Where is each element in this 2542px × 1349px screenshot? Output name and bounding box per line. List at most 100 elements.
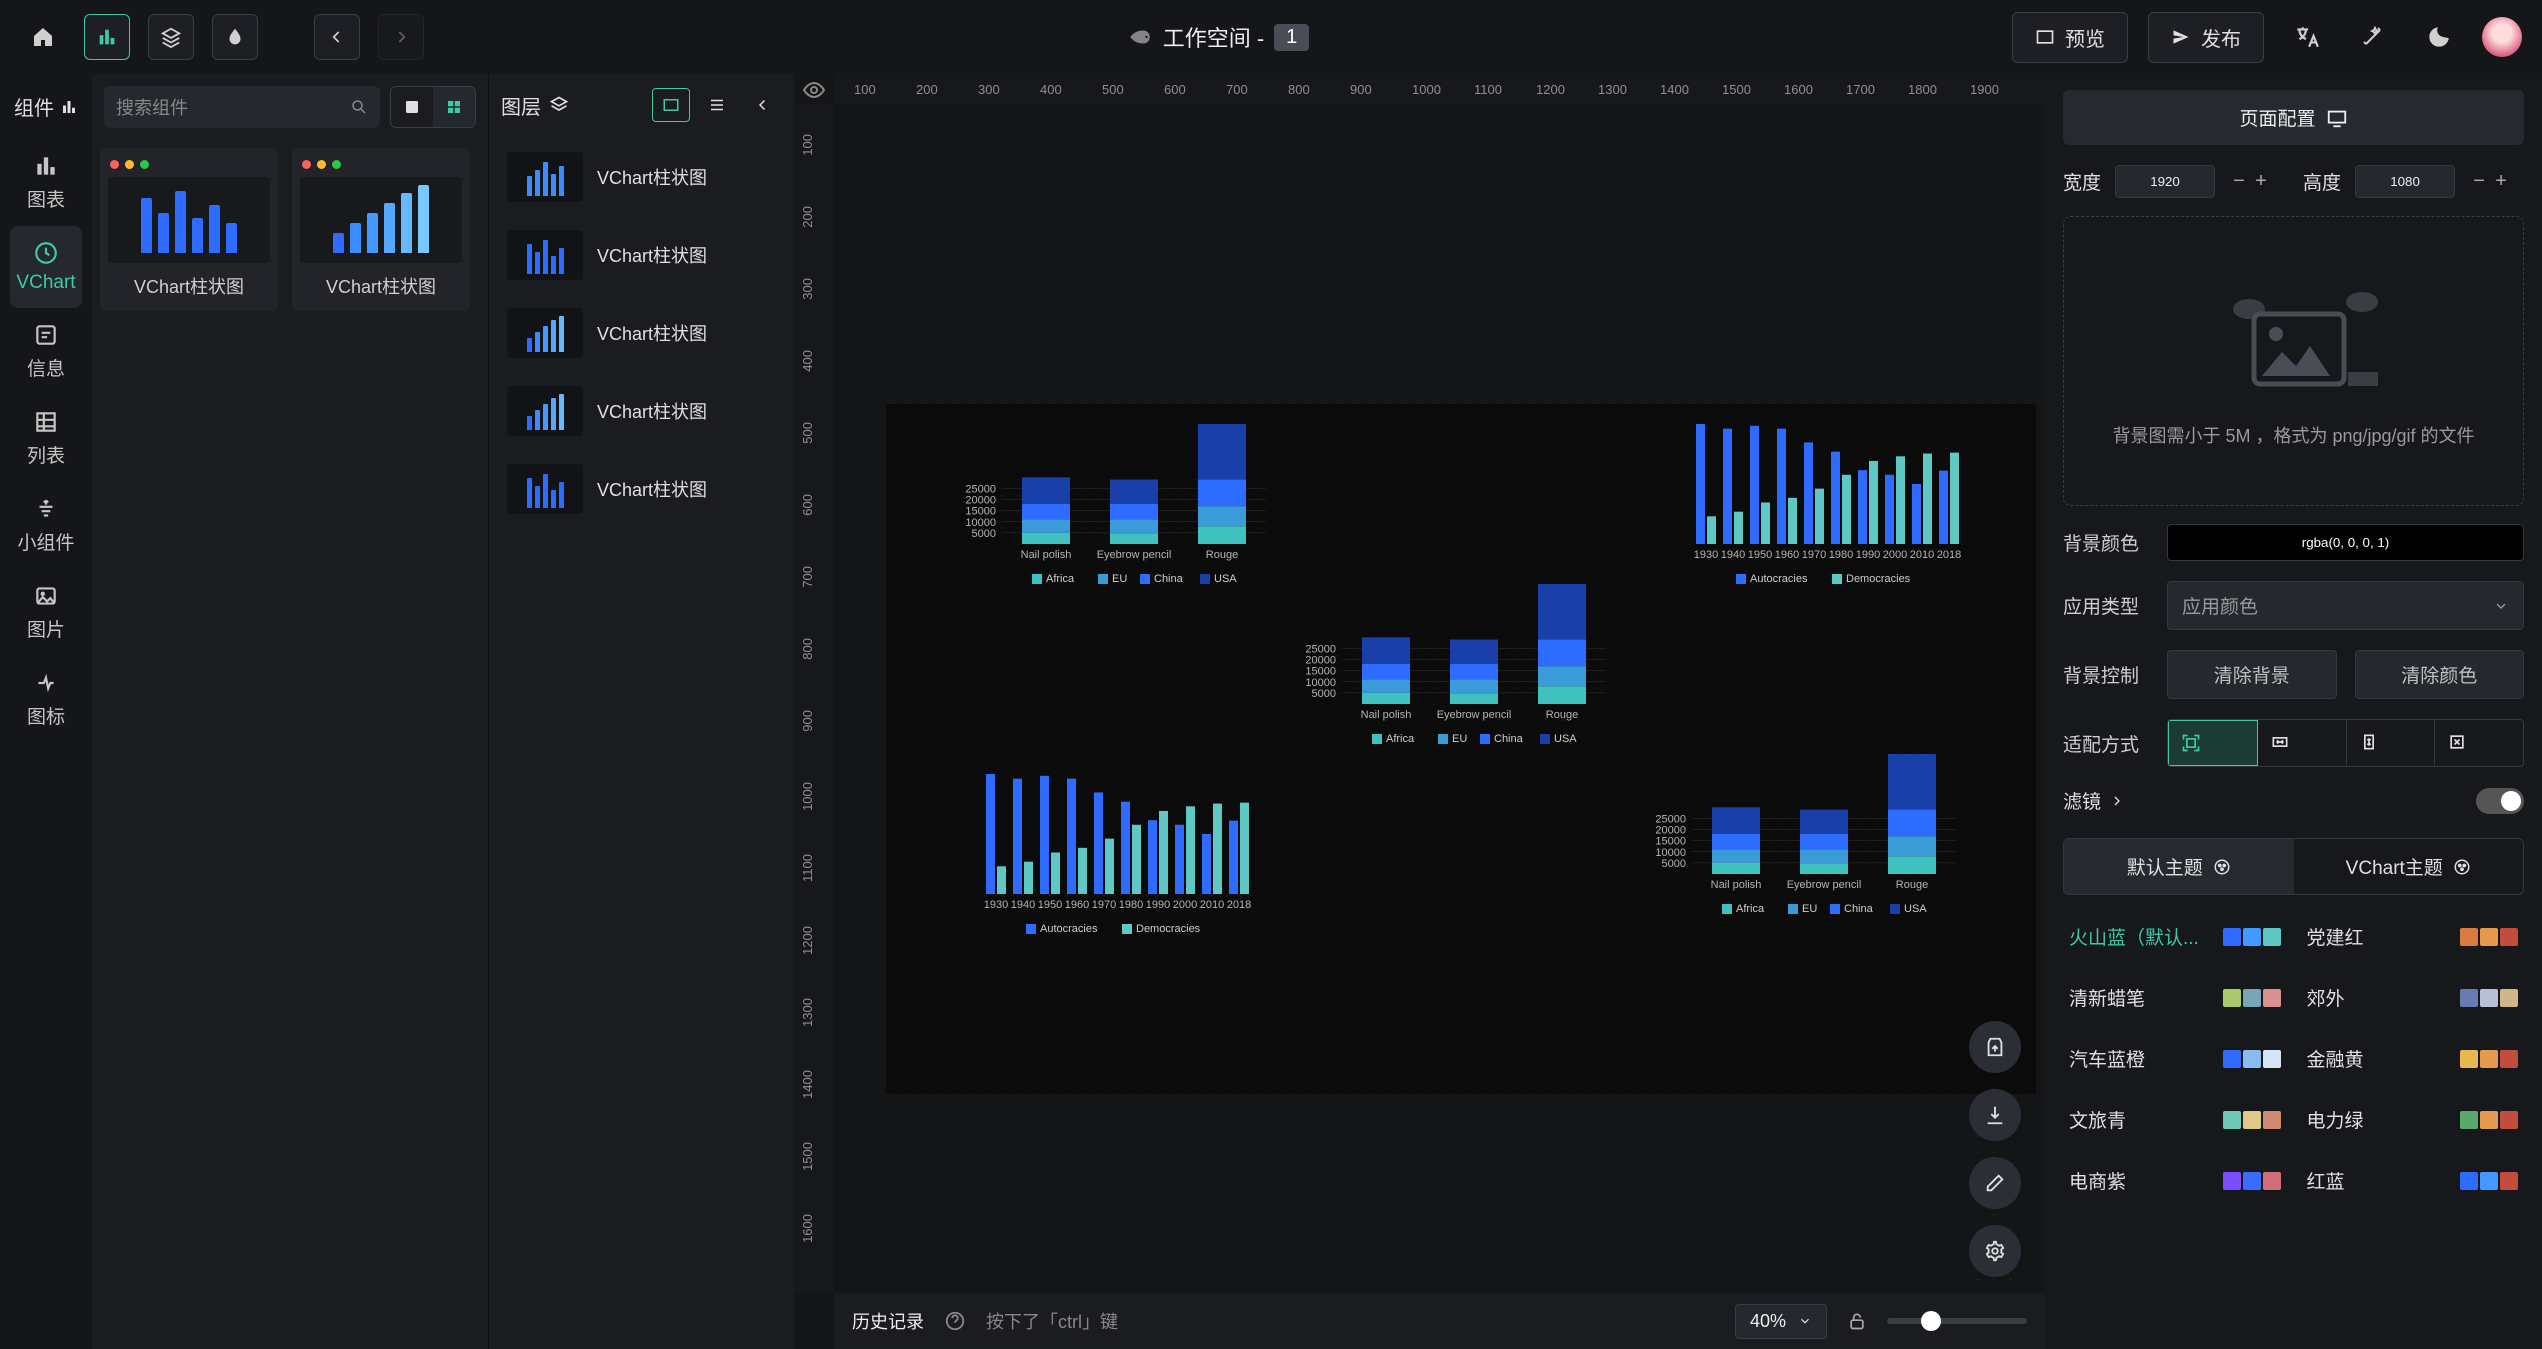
theme-党建红[interactable]: 党建红 [2301,911,2525,962]
height-input[interactable] [2355,165,2455,198]
svg-text:USA: USA [1214,573,1237,585]
home-icon[interactable] [20,14,66,60]
theme-汽车蓝橙[interactable]: 汽车蓝橙 [2063,1033,2287,1084]
theme-电力绿[interactable]: 电力绿 [2301,1094,2525,1145]
fit-mode-3[interactable] [2347,720,2436,766]
preview-button[interactable]: 预览 [2012,12,2128,63]
layer-item[interactable]: VChart柱状图 [499,142,784,212]
theme-文旅青[interactable]: 文旅青 [2063,1094,2287,1145]
bar-chart-icon[interactable] [84,14,130,60]
history-label[interactable]: 历史记录 [852,1308,924,1334]
category-VChart[interactable]: VChart [10,226,82,308]
fit-mode-1[interactable] [2168,720,2258,766]
height-inc[interactable]: + [2491,167,2511,197]
clear-bg-button[interactable]: 清除背景 [2167,650,2337,699]
svg-text:2018: 2018 [1227,899,1251,911]
canvas-chart-bar-stacked-2[interactable]: 500010000150002000025000Nail polishEyebr… [1296,574,1636,774]
category-列表[interactable]: 列表 [10,395,82,482]
help-icon[interactable] [944,1310,966,1332]
fit-mode-2[interactable] [2258,720,2347,766]
workspace-label: 工作空间 - [1163,21,1264,53]
layer-item[interactable]: VChart柱状图 [499,298,784,368]
publish-button[interactable]: 发布 [2148,12,2264,63]
clear-color-button[interactable]: 清除颜色 [2355,650,2525,699]
svg-text:15000: 15000 [1655,836,1686,848]
canvas-chart-bar-years-1[interactable]: 1930194019501960197019801990200020102018… [946,764,1286,964]
theme-金融黄[interactable]: 金融黄 [2301,1033,2525,1084]
theme-tab-vchart[interactable]: VChart主题 [2294,839,2524,894]
layer-view-list[interactable] [698,88,736,122]
bg-color-input[interactable] [2167,524,2524,561]
app-type-select[interactable]: 应用颜色 [2167,581,2524,630]
theme-红蓝[interactable]: 红蓝 [2301,1155,2525,1206]
svg-text:1930: 1930 [984,899,1008,911]
avatar[interactable] [2482,17,2522,57]
layer-item[interactable]: VChart柱状图 [499,376,784,446]
lock-icon[interactable] [1847,1311,1867,1331]
ruler-horizontal: 1002003004005006007008009001000110012001… [834,74,2045,104]
theme-toggle-icon[interactable] [2416,14,2462,60]
magic-icon[interactable] [2350,14,2396,60]
svg-text:China: China [1154,573,1184,585]
category-小组件[interactable]: 小组件 [10,482,82,569]
theme-清新蜡笔[interactable]: 清新蜡笔 [2063,972,2287,1023]
svg-text:USA: USA [1554,733,1577,745]
filter-label[interactable]: 滤镜 [2063,787,2125,814]
theme-火山蓝（默认...[interactable]: 火山蓝（默认... [2063,911,2287,962]
svg-text:10000: 10000 [1655,847,1686,859]
height-dec[interactable]: − [2469,167,2489,197]
svg-text:2010: 2010 [1910,549,1934,561]
view-grid-icon[interactable] [433,87,475,127]
svg-text:1970: 1970 [1802,549,1826,561]
category-图片[interactable]: 图片 [10,569,82,656]
svg-text:25000: 25000 [965,483,996,495]
settings-icon[interactable] [1969,1225,2021,1277]
view-single-icon[interactable] [391,87,433,127]
svg-text:1930: 1930 [1694,549,1718,561]
bg-upload-zone[interactable]: 背景图需小于 5M ，格式为 png/jpg/gif 的文件 [2063,216,2524,506]
canvas-chart-bar-years-2[interactable]: 1930194019501960197019801990200020102018… [1656,414,1996,614]
view-mode-toggle[interactable] [390,86,476,128]
canvas-chart-bar-stacked-3[interactable]: 500010000150002000025000Nail polishEyebr… [1646,744,1986,944]
download-icon[interactable] [1969,1089,2021,1141]
search-input[interactable]: 搜索组件 [104,86,380,128]
bg-note: 背景图需小于 5M ，格式为 png/jpg/gif 的文件 [2112,422,2474,448]
component-card[interactable]: VChart柱状图 [292,148,470,311]
redo-icon [378,14,424,60]
width-inc[interactable]: + [2251,167,2271,197]
theme-郊外[interactable]: 郊外 [2301,972,2525,1023]
svg-text:EU: EU [1802,903,1817,915]
svg-text:1960: 1960 [1775,549,1799,561]
layer-view-card[interactable] [652,88,690,122]
category-图标[interactable]: 图标 [10,656,82,743]
svg-text:China: China [1494,733,1524,745]
edit-icon[interactable] [1969,1157,2021,1209]
zoom-slider[interactable] [1887,1318,2027,1324]
svg-text:Democracies: Democracies [1136,923,1201,935]
design-page[interactable]: 500010000150002000025000Nail polishEyebr… [886,404,2036,1094]
filter-switch[interactable] [2476,788,2524,814]
bg-control-label: 背景控制 [2063,661,2149,688]
layers-icon[interactable] [148,14,194,60]
collapse-layer-panel-icon[interactable] [744,88,782,122]
width-dec[interactable]: − [2229,167,2249,197]
zoom-select[interactable]: 40% [1735,1304,1827,1339]
export-icon[interactable] [1969,1021,2021,1073]
visibility-icon[interactable] [802,78,826,102]
layer-item[interactable]: VChart柱状图 [499,220,784,290]
component-card[interactable]: VChart柱状图 [100,148,278,311]
layer-item[interactable]: VChart柱状图 [499,454,784,524]
fit-mode-4[interactable] [2435,720,2523,766]
theme-电商紫[interactable]: 电商紫 [2063,1155,2287,1206]
category-图表[interactable]: 图表 [10,139,82,226]
undo-icon[interactable] [314,14,360,60]
language-icon[interactable] [2284,14,2330,60]
canvas[interactable]: 500010000150002000025000Nail polishEyebr… [834,104,2045,1293]
width-input[interactable] [2115,165,2215,198]
canvas-chart-bar-stacked-1[interactable]: 500010000150002000025000Nail polishEyebr… [956,414,1296,614]
bg-color-label: 背景颜色 [2063,529,2149,556]
category-信息[interactable]: 信息 [10,308,82,395]
svg-text:20000: 20000 [1655,825,1686,837]
droplet-icon[interactable] [212,14,258,60]
theme-tab-default[interactable]: 默认主题 [2064,839,2294,894]
